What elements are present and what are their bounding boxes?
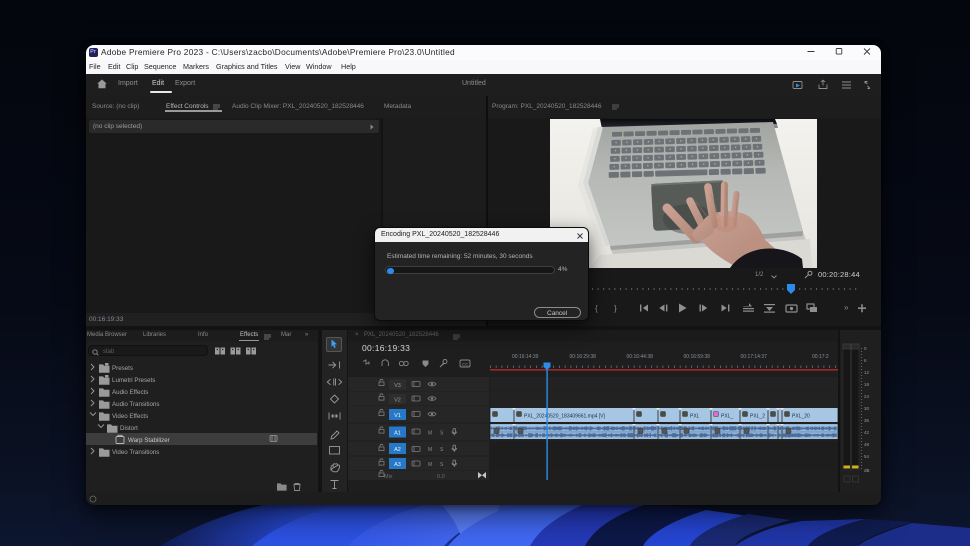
svg-text:6: 6 (864, 358, 867, 363)
svg-text:Distort: Distort (120, 425, 138, 432)
svg-text:dB: dB (864, 468, 870, 473)
svg-text:PXL_20240520_183409661.mp4 [V]: PXL_20240520_183409661.mp4 [V] (524, 414, 606, 420)
svg-text:00:17:2: 00:17:2 (812, 354, 829, 360)
svg-text:Mix: Mix (384, 474, 393, 480)
svg-text:Presets: Presets (112, 365, 133, 372)
svg-text:Lumetri Presets: Lumetri Presets (112, 377, 155, 384)
svg-text:Warp Stabilizer: Warp Stabilizer (128, 437, 170, 444)
svg-text:00:16:14:39: 00:16:14:39 (512, 354, 539, 360)
svg-text:A2: A2 (394, 447, 401, 453)
svg-text:Video Transitions: Video Transitions (112, 449, 159, 456)
svg-text:PXL_2: PXL_2 (750, 414, 765, 420)
svg-text:36: 36 (864, 418, 870, 423)
svg-text:42: 42 (864, 430, 870, 435)
svg-text:}: } (614, 304, 617, 313)
svg-text:M: M (428, 462, 432, 468)
svg-text:12: 12 (864, 370, 870, 375)
svg-text:M: M (428, 447, 432, 453)
svg-text:24: 24 (864, 394, 870, 399)
svg-text:V3: V3 (394, 383, 401, 389)
svg-text:Audio Effects: Audio Effects (112, 389, 148, 396)
svg-text:A3: A3 (394, 462, 401, 468)
svg-text:M: M (428, 431, 432, 437)
svg-text:0.0: 0.0 (437, 474, 445, 480)
svg-text:»: » (844, 303, 849, 312)
svg-text:Audio Transitions: Audio Transitions (112, 401, 159, 408)
svg-text:CC: CC (462, 362, 469, 367)
svg-text:30: 30 (864, 406, 870, 411)
svg-text:PXL_20: PXL_20 (792, 414, 810, 420)
svg-text:PXL: PXL (690, 414, 700, 420)
svg-text:PXL_: PXL_ (721, 414, 733, 420)
svg-text:00:16:44:38: 00:16:44:38 (627, 354, 654, 360)
svg-text:48: 48 (864, 442, 870, 447)
svg-text:V2: V2 (394, 398, 401, 404)
svg-text:A1: A1 (394, 431, 401, 437)
svg-text:V1: V1 (394, 413, 401, 419)
svg-text:00:17:14:37: 00:17:14:37 (741, 354, 768, 360)
svg-text:00:16:59:38: 00:16:59:38 (684, 354, 711, 360)
svg-text:0: 0 (864, 346, 867, 351)
svg-text:54: 54 (864, 454, 870, 459)
svg-text:18: 18 (864, 382, 870, 387)
svg-text:Video Effects: Video Effects (112, 413, 148, 420)
svg-text:00:16:29:38: 00:16:29:38 (570, 354, 597, 360)
svg-text:{: { (595, 304, 598, 313)
